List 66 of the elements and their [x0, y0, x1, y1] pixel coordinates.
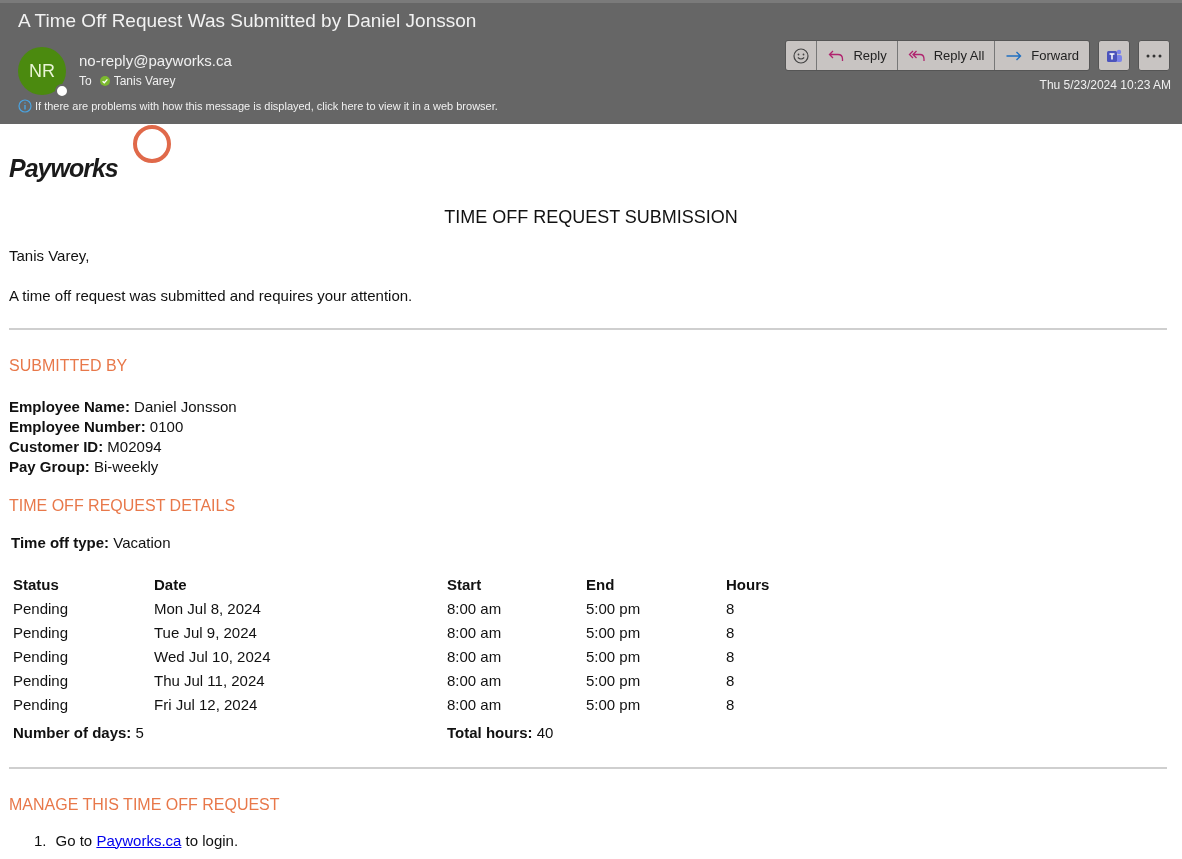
- email-heading: TIME OFF REQUEST SUBMISSION: [443, 206, 739, 229]
- table-cell-text: 8:00 am: [447, 694, 503, 715]
- section-heading: SUBMITTED BY: [9, 356, 129, 376]
- employee-field: Employee Name: Daniel Jonsson: [9, 397, 1173, 417]
- total-text: Total hours: 40: [447, 722, 555, 743]
- emoji-icon: [792, 46, 811, 65]
- info-icon: [18, 99, 32, 114]
- reply-button[interactable]: Reply: [816, 41, 897, 70]
- message-date: Thu 5/23/2024 10:23 AM: [1039, 77, 1171, 94]
- table-cell-text: 8: [726, 670, 736, 691]
- sender-avatar: NR: [18, 47, 66, 95]
- check-icon: [99, 76, 110, 86]
- table-cell-text: 8: [726, 622, 736, 643]
- recipient-chip[interactable]: Tanis Varey: [99, 72, 176, 90]
- table-cell-text: 8: [726, 646, 736, 667]
- table-cell-text: 8: [726, 694, 736, 715]
- to-label: To: [79, 73, 92, 90]
- table-cell-text: 5:00 pm: [586, 622, 642, 643]
- more-button[interactable]: [1138, 40, 1170, 71]
- reply-all-button[interactable]: Reply All: [896, 41, 995, 70]
- employee-field: Customer ID: M02094: [9, 437, 1173, 457]
- table-cell-text: Fri Jul 12, 2024: [154, 694, 259, 715]
- teams-button[interactable]: [1098, 40, 1130, 71]
- section-heading: MANAGE THIS TIME OFF REQUEST: [9, 794, 281, 815]
- payworks-logo-text: Payworks: [9, 152, 118, 184]
- presence-icon: [55, 84, 69, 98]
- more-icon: [1146, 53, 1162, 58]
- ring-logo-icon: [131, 124, 172, 164]
- table-cell-text: 8:00 am: [447, 622, 503, 643]
- column-header: Status: [13, 574, 60, 595]
- section-heading: TIME OFF REQUEST DETAILS: [9, 496, 237, 516]
- table-cell-text: Pending: [13, 622, 70, 643]
- table-cell-text: 8: [726, 598, 736, 619]
- column-header: End: [586, 574, 616, 595]
- total-text: Number of days: 5: [13, 722, 145, 743]
- table-cell-text: Wed Jul 10, 2024: [154, 646, 272, 667]
- payworks-link[interactable]: Payworks.ca: [96, 831, 182, 849]
- table-cell-text: 8:00 am: [447, 646, 503, 667]
- table-cell-text: Mon Jul 8, 2024: [154, 598, 262, 619]
- message-subject: A Time Off Request Was Submitted by Daniel Jonsson: [18, 9, 478, 33]
- emoji-button[interactable]: [786, 41, 817, 70]
- intro-text: A time off request was submitted and requires your attention.: [9, 285, 414, 306]
- table-cell-text: Tue Jul 9, 2024: [154, 622, 258, 643]
- column-header: Hours: [726, 574, 771, 595]
- table-cell-text: 5:00 pm: [586, 670, 642, 691]
- table-cell-text: 8:00 am: [447, 670, 503, 691]
- time-off-type: Time off type: Vacation: [11, 533, 172, 553]
- table-cell-text: 5:00 pm: [586, 694, 642, 715]
- step-number: 1.: [34, 831, 47, 850]
- employee-field: Employee Number: 0100: [9, 417, 1173, 437]
- table-cell-text: Pending: [13, 646, 70, 667]
- step-text: Go to Payworks.ca to login.: [55, 831, 239, 850]
- table-cell-text: Thu Jul 11, 2024: [154, 670, 266, 691]
- greeting-text: Tanis Varey,: [9, 246, 91, 266]
- table-cell-text: 8:00 am: [447, 598, 503, 619]
- table-cell-text: Pending: [13, 694, 70, 715]
- table-cell-text: 5:00 pm: [586, 646, 642, 667]
- table-cell-text: 5:00 pm: [586, 598, 642, 619]
- column-header: Start: [447, 574, 483, 595]
- table-cell-text: Pending: [13, 670, 70, 691]
- info-banner-link[interactable]: If there are problems with how this message is displayed, click here to view it in a web browser.: [35, 98, 498, 115]
- employee-field: Pay Group: Bi-weekly: [9, 457, 1173, 477]
- forward-button[interactable]: Forward: [994, 41, 1089, 70]
- table-cell-text: Pending: [13, 598, 70, 619]
- sender-address: no-reply@payworks.ca: [79, 51, 232, 71]
- column-header: Date: [154, 574, 188, 595]
